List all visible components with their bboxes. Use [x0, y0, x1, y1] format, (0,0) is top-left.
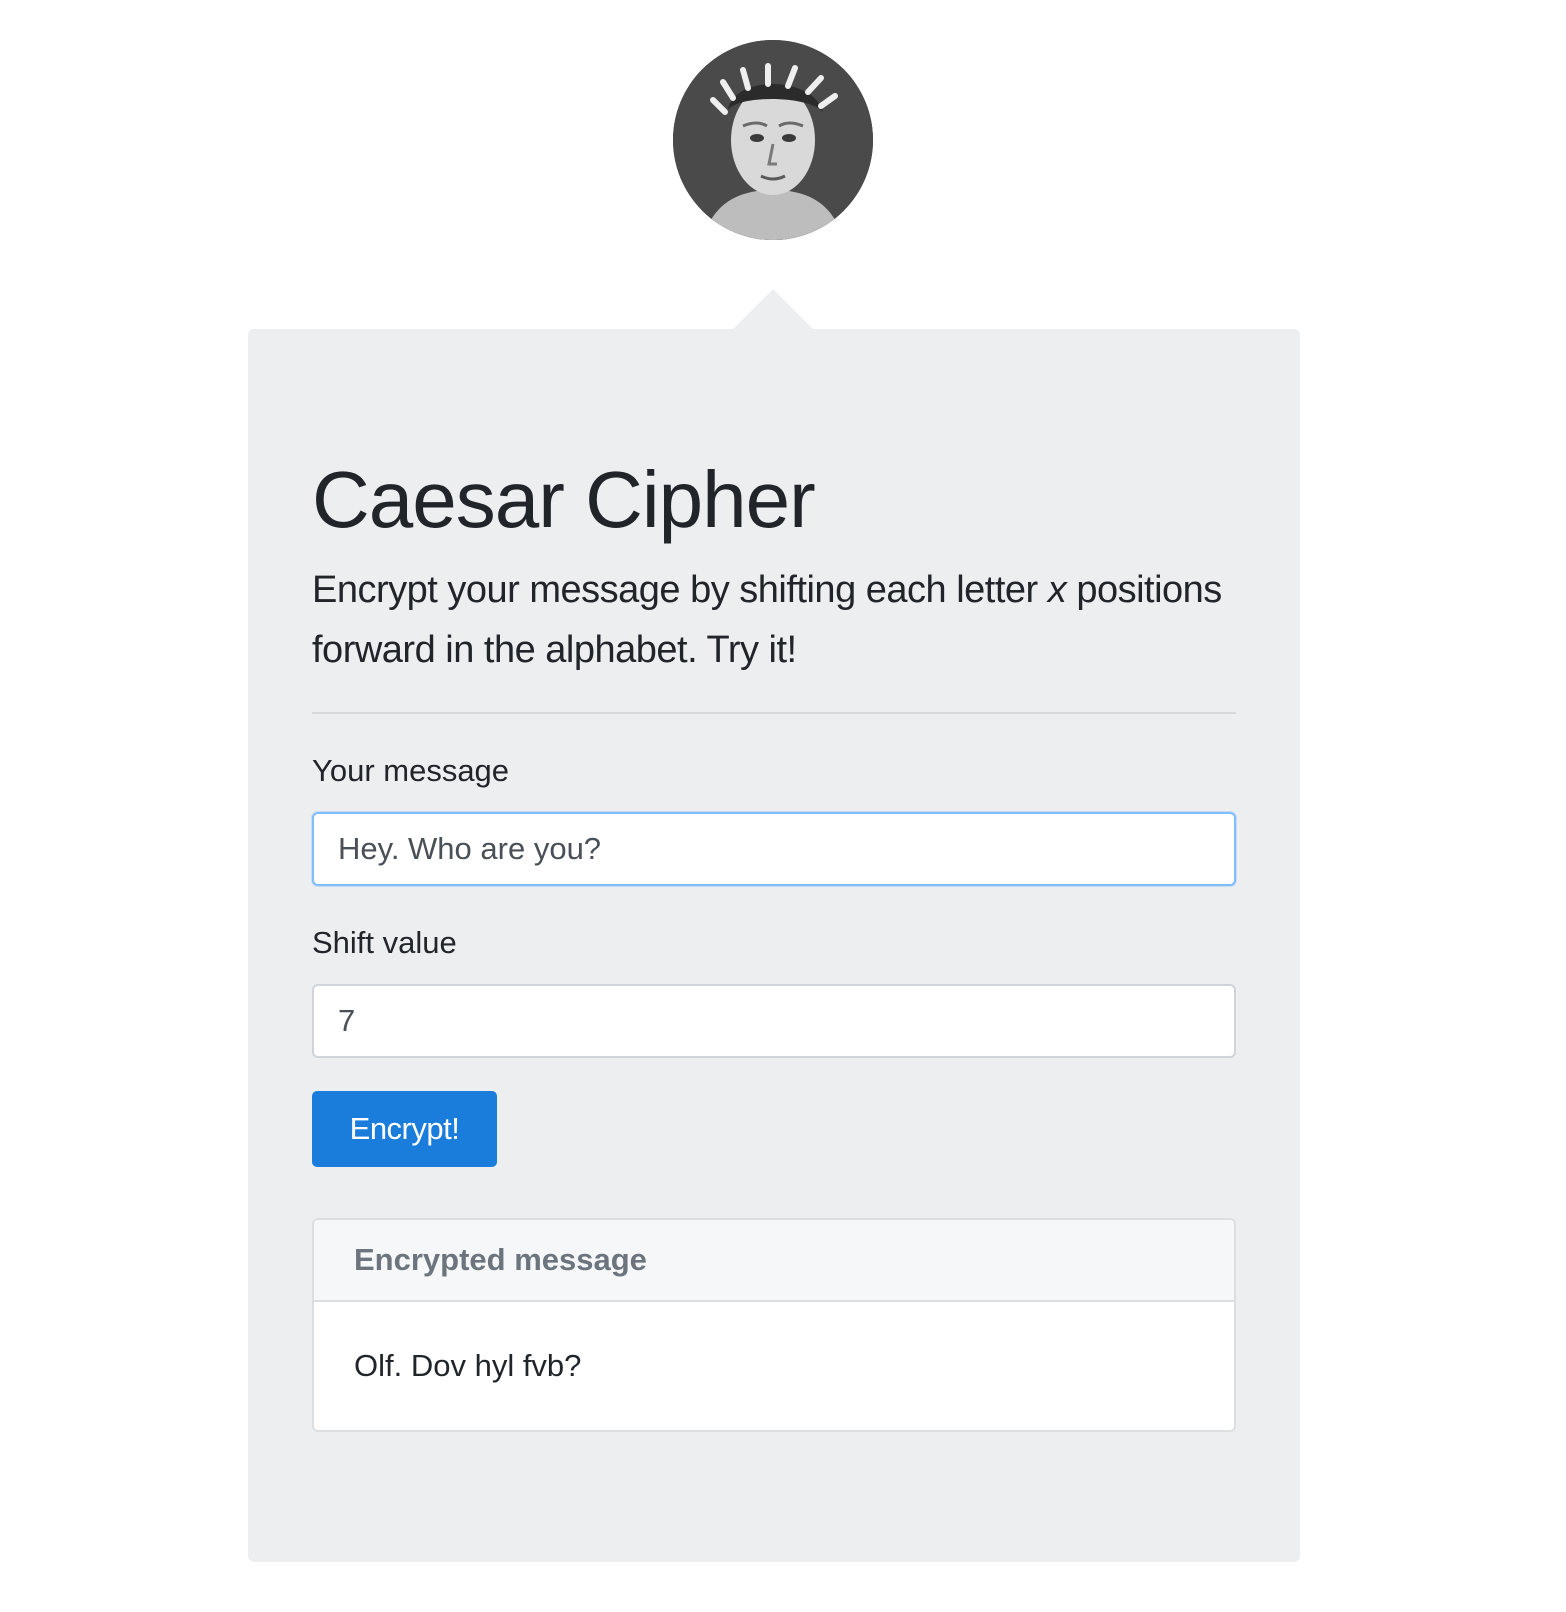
message-input[interactable] — [312, 812, 1236, 886]
card-pointer-arrow — [733, 289, 813, 329]
encrypt-button[interactable]: Encrypt! — [312, 1091, 497, 1167]
encrypted-result-value: Olf. Dov hyl fvb? — [354, 1348, 582, 1383]
message-label: Your message — [312, 753, 510, 788]
shift-value-label: Shift value — [312, 925, 457, 960]
encrypted-result-card: Encrypted message Olf. Dov hyl fvb? — [312, 1218, 1236, 1432]
section-divider — [312, 712, 1236, 714]
page-description: Encrypt your message by shifting each le… — [312, 560, 1252, 680]
shift-value-input[interactable] — [312, 984, 1236, 1058]
description-text-start: Encrypt your message by shifting each le… — [312, 569, 1048, 611]
caesar-portrait-avatar — [673, 40, 873, 240]
encrypted-result-header: Encrypted message — [314, 1220, 1234, 1302]
page-title: Caesar Cipher — [312, 455, 816, 544]
description-variable: x — [1047, 569, 1067, 611]
caesar-portrait-icon — [673, 40, 873, 240]
